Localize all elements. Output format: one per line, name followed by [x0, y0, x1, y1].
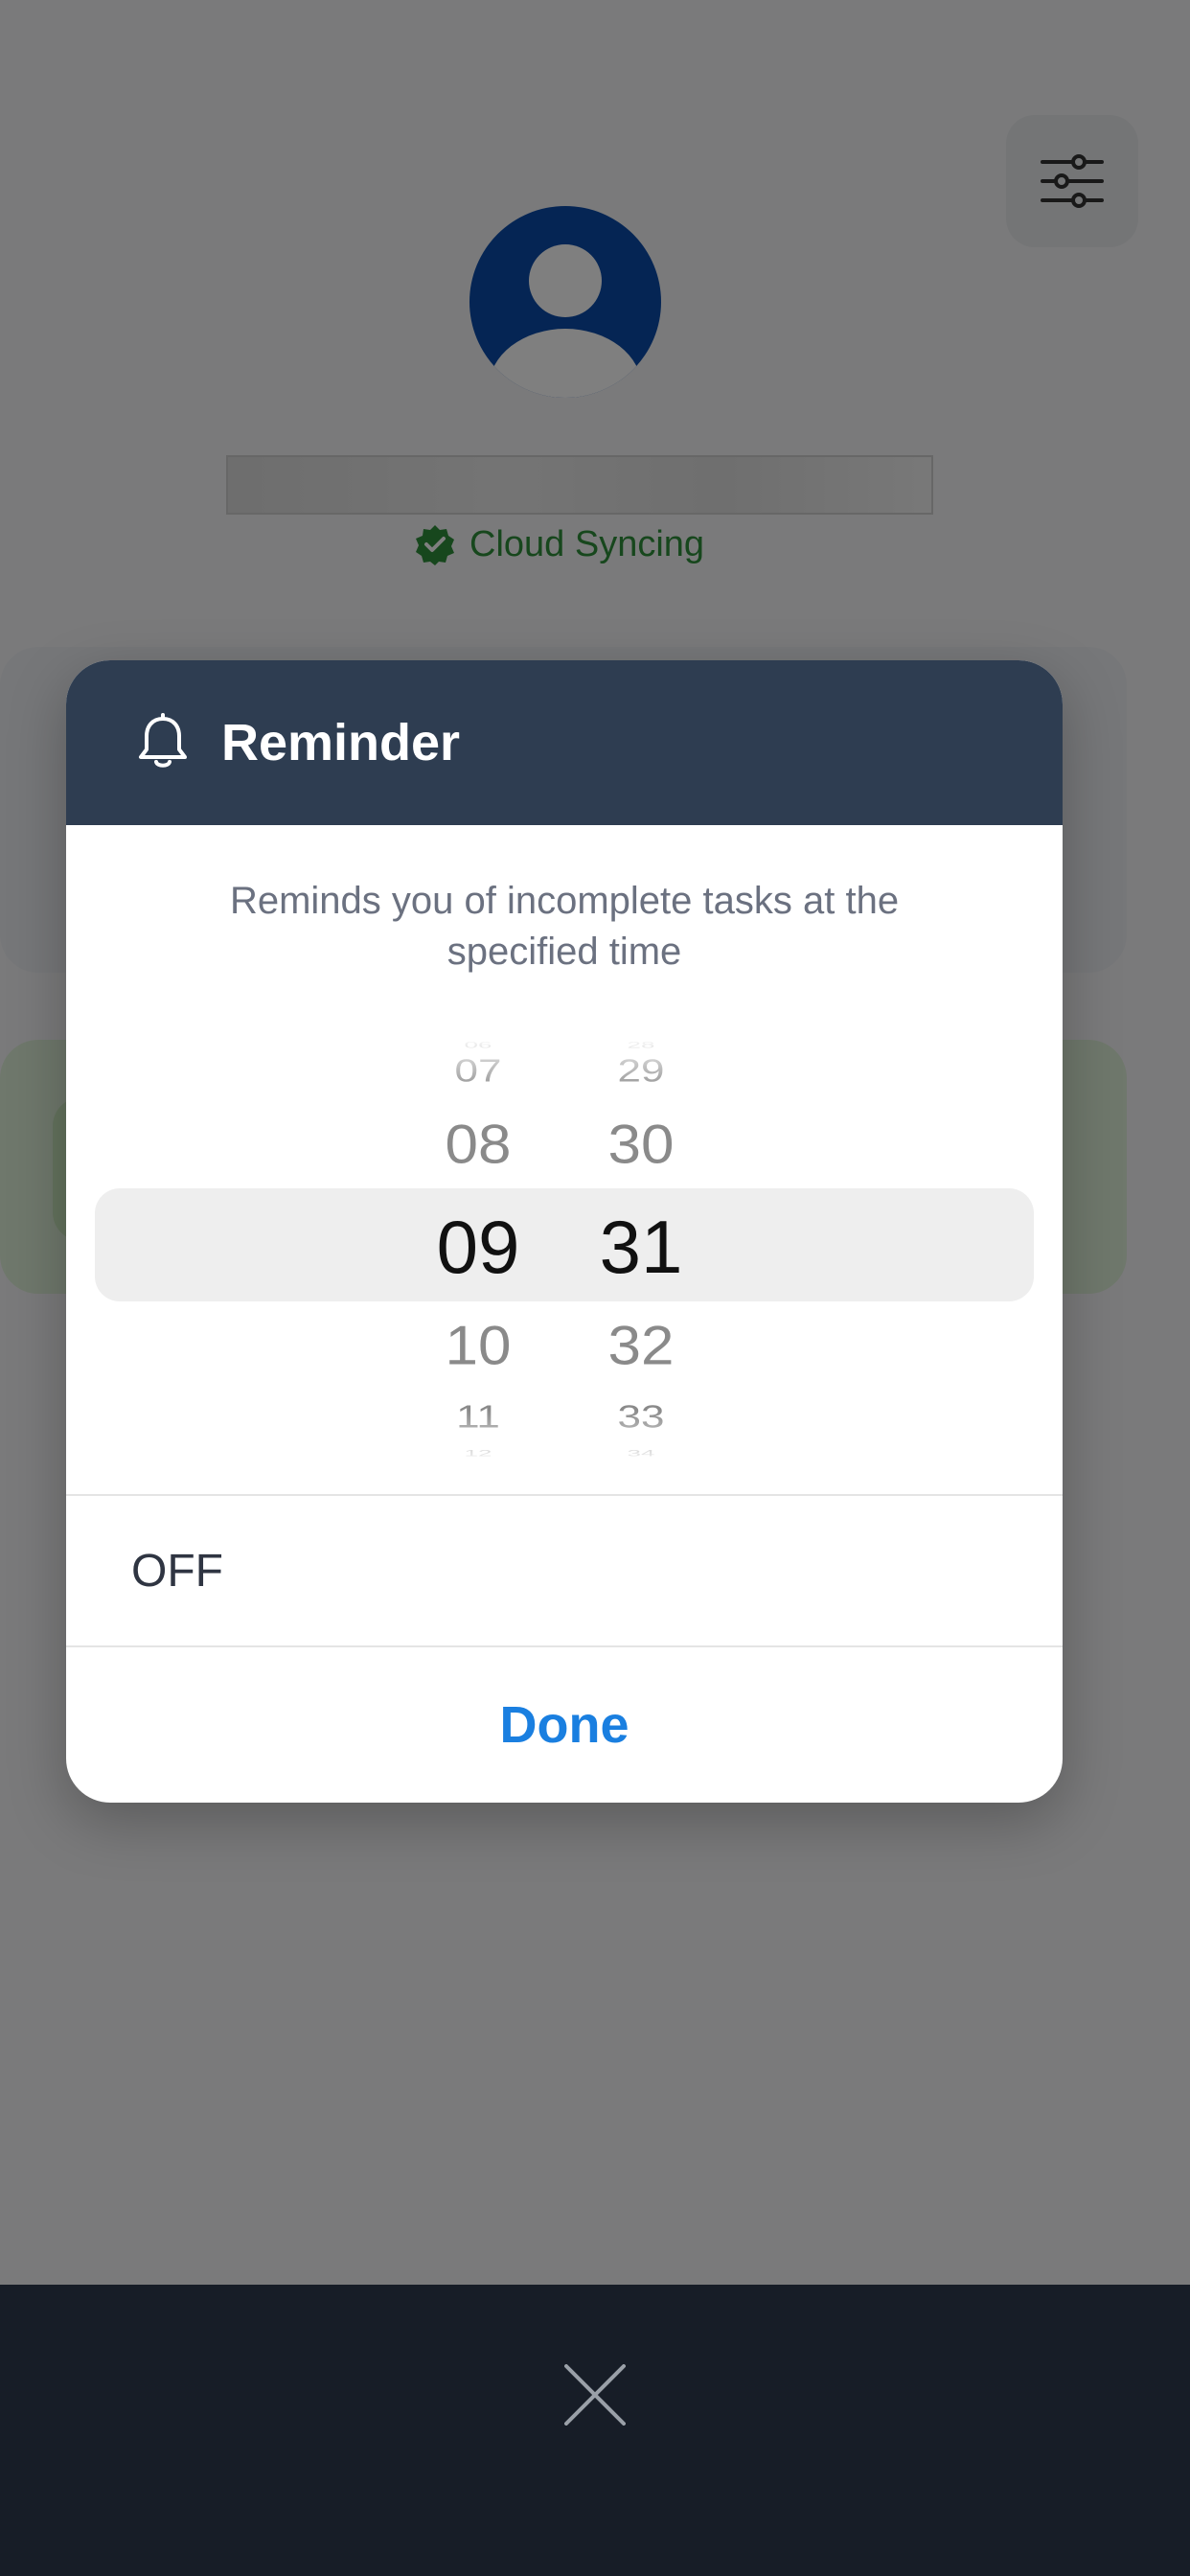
minute-option[interactable]: 34 [545, 1448, 737, 1459]
close-button[interactable] [547, 2347, 643, 2443]
minute-option[interactable]: 33 [545, 1399, 737, 1436]
reminder-dialog: Reminder Reminds you of incomplete tasks… [66, 660, 1063, 1803]
dialog-description: Reminds you of incomplete tasks at the s… [229, 880, 900, 973]
bell-icon [139, 713, 187, 768]
minute-option[interactable]: 28 [545, 1040, 737, 1050]
bottom-bar [0, 2285, 1190, 2576]
done-label: Done [499, 1696, 629, 1754]
dialog-header: Reminder [66, 660, 1063, 825]
off-label: OFF [131, 1546, 223, 1597]
minute-wheel[interactable]: 28 29 30 31 32 33 34 [545, 1036, 737, 1467]
close-icon [564, 2364, 626, 2426]
done-button[interactable]: Done [66, 1647, 1063, 1803]
minute-option-selected[interactable]: 31 [545, 1204, 737, 1291]
time-picker[interactable]: 06 07 08 09 10 11 12 28 29 30 31 32 33 3… [66, 1036, 1063, 1467]
reminder-off-option[interactable]: OFF [66, 1497, 1063, 1645]
dialog-title: Reminder [221, 714, 461, 771]
minute-option[interactable]: 32 [545, 1315, 737, 1377]
minute-option[interactable]: 30 [545, 1114, 737, 1176]
minute-option[interactable]: 29 [545, 1053, 737, 1090]
divider [66, 1494, 1063, 1496]
